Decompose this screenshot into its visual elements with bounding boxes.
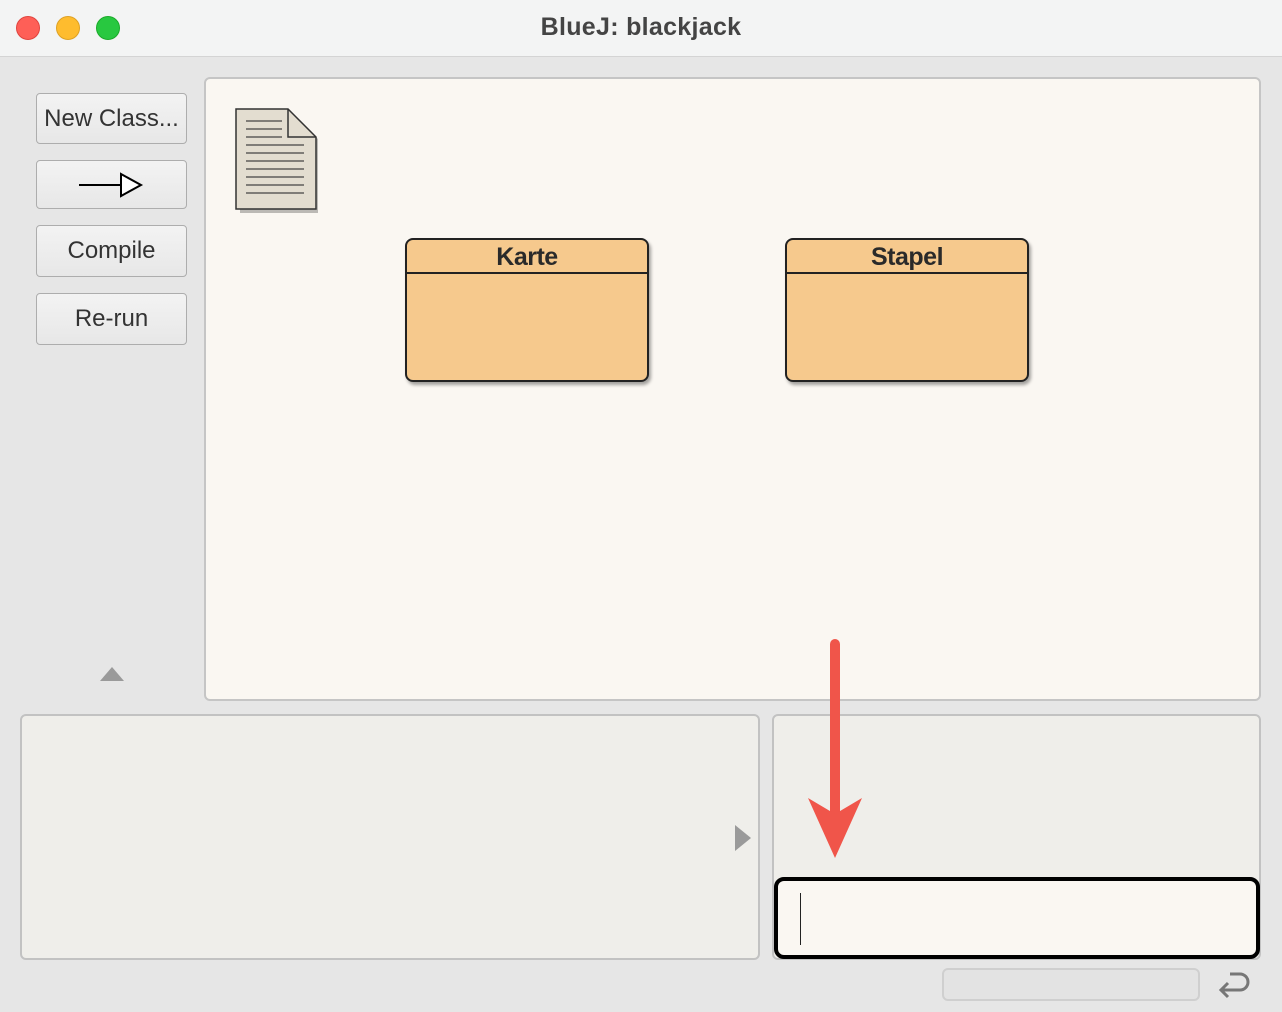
inheritance-arrow-button[interactable] [36, 160, 187, 209]
document-icon[interactable] [232, 105, 318, 213]
class-name: Stapel [787, 240, 1027, 274]
title-bar: BlueJ: blackjack [0, 0, 1282, 57]
code-pad-input[interactable] [774, 877, 1260, 959]
rerun-button[interactable]: Re-run [36, 293, 187, 345]
triangle-right-icon[interactable] [734, 824, 752, 852]
return-icon[interactable] [1216, 970, 1252, 1002]
inheritance-arrow-icon [78, 171, 143, 198]
triangle-up-icon[interactable] [99, 666, 125, 682]
status-field [942, 968, 1200, 1001]
new-class-button[interactable]: New Class... [36, 93, 187, 144]
class-stapel[interactable]: Stapel [785, 238, 1029, 382]
object-bench[interactable] [20, 714, 760, 960]
class-name: Karte [407, 240, 647, 274]
window-title: BlueJ: blackjack [540, 13, 742, 41]
text-caret [800, 893, 801, 945]
compile-button[interactable]: Compile [36, 225, 187, 277]
class-karte[interactable]: Karte [405, 238, 649, 382]
class-diagram-canvas[interactable]: Karte Stapel [204, 77, 1261, 701]
red-arrow-down-icon [808, 639, 862, 858]
